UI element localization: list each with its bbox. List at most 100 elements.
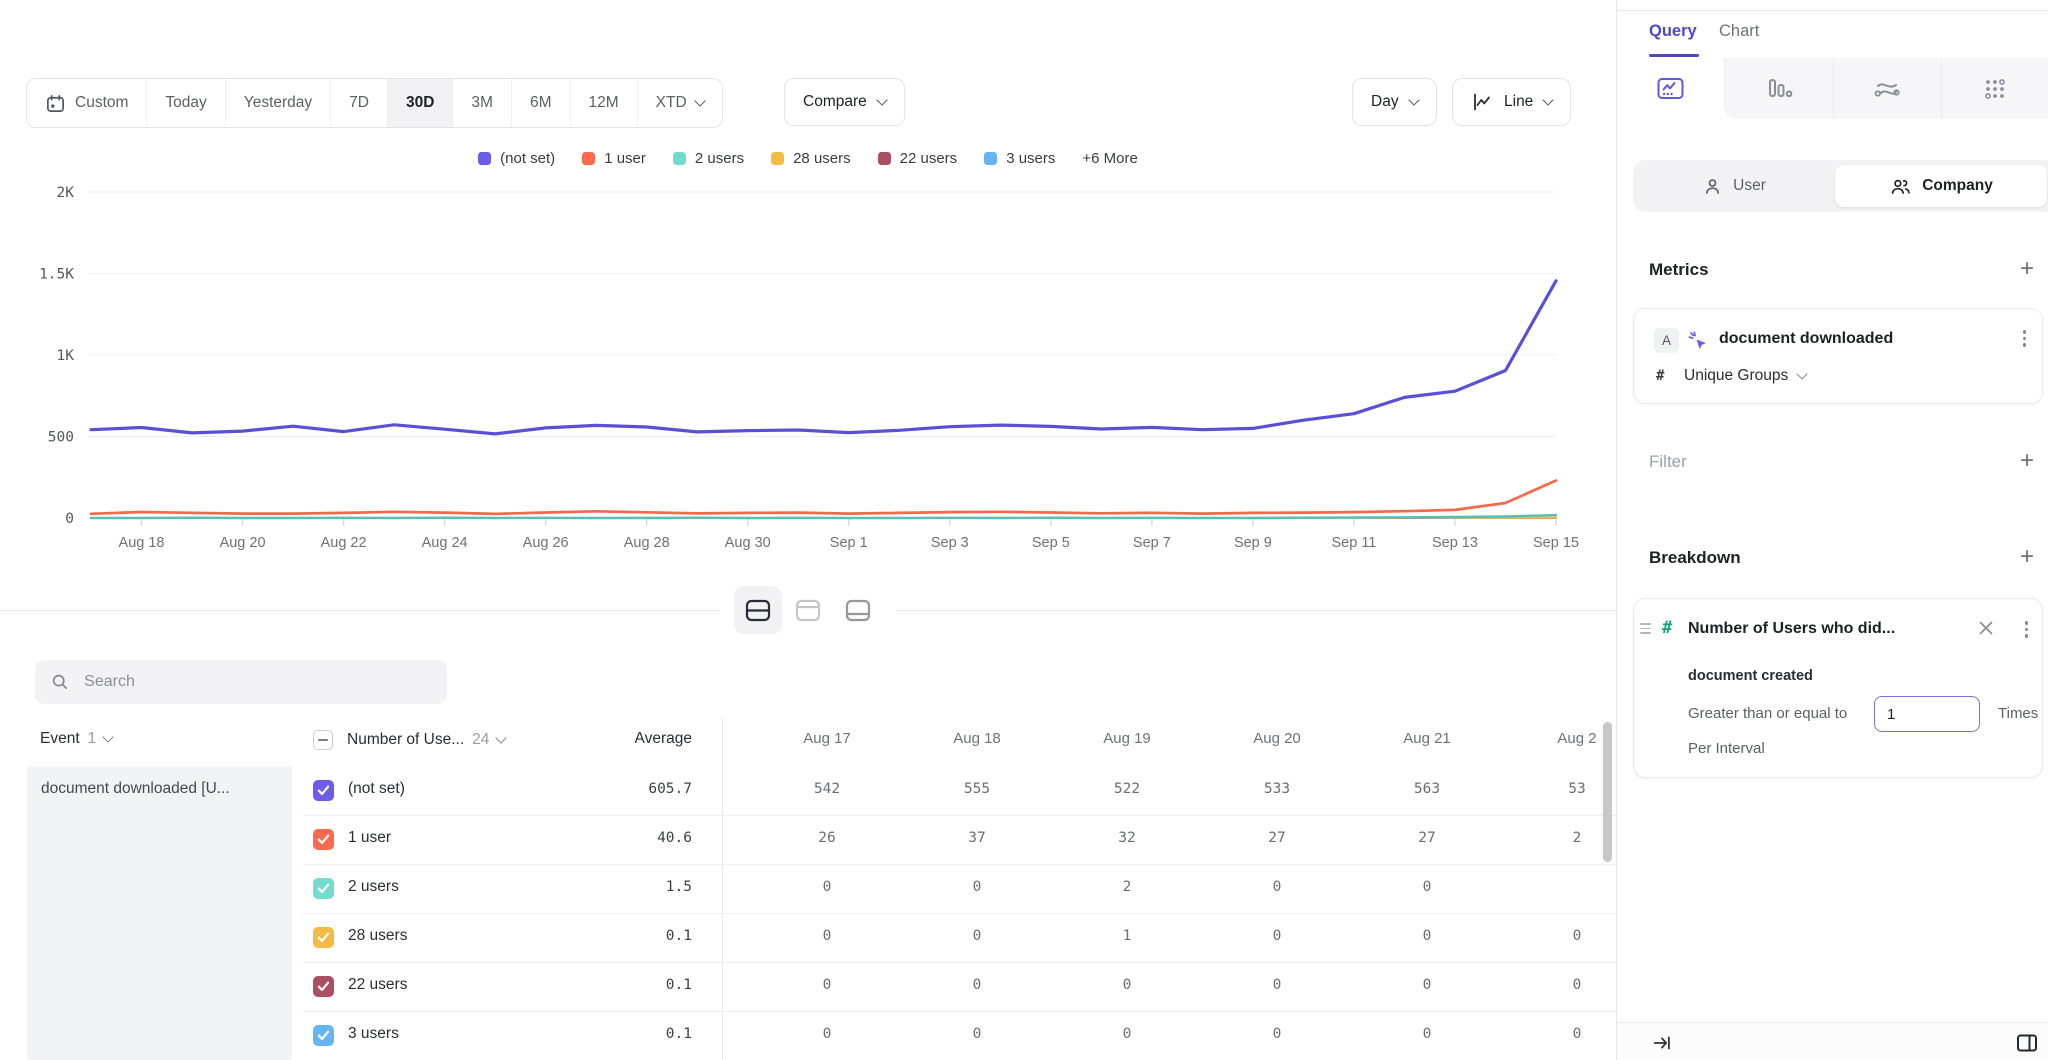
row-value: 2 xyxy=(1052,879,1202,895)
entity-company-segment[interactable]: Company xyxy=(1835,165,2047,207)
range-today[interactable]: Today xyxy=(147,79,225,127)
row-value: 0 xyxy=(1052,1026,1202,1042)
row-average: 0.1 xyxy=(582,977,692,993)
legend-item[interactable]: 2 users xyxy=(673,150,744,167)
active-tab-underline xyxy=(1649,54,1699,57)
layout-chart-only-button[interactable] xyxy=(784,586,832,634)
range-label: 6M xyxy=(530,94,552,112)
x-axis-tick-label: Aug 30 xyxy=(725,535,771,551)
breakdown-interval-label: Per Interval xyxy=(1688,740,1765,757)
row-average: 605.7 xyxy=(582,781,692,797)
user-label: User xyxy=(1733,177,1766,195)
range-label: 3M xyxy=(471,94,493,112)
metrics-heading: Metrics xyxy=(1649,260,1709,280)
metric-card[interactable]: A document downloaded # Unique Groups xyxy=(1633,308,2043,404)
chart-view-strip xyxy=(1617,58,2048,119)
add-metric-button[interactable]: + xyxy=(2015,258,2039,282)
row-separator xyxy=(302,864,1616,865)
main-content: Custom Today Yesterday7D30D 3M 6M 12MXTD Comp… xyxy=(0,0,1616,1060)
date-column-header: Aug 17 xyxy=(752,730,902,747)
range-3m[interactable]: 3M xyxy=(453,79,512,127)
granularity-dropdown[interactable]: Day xyxy=(1352,78,1437,126)
search-input[interactable] xyxy=(82,672,431,692)
row-value: 0 xyxy=(1502,977,1616,993)
row-value: 1 xyxy=(1052,928,1202,944)
view-bar-chart-tab[interactable] xyxy=(1724,58,1832,119)
check-icon xyxy=(317,883,330,894)
date-range-group: Custom Today Yesterday7D30D 3M 6M 12MXTD xyxy=(26,78,723,128)
legend-item[interactable]: 22 users xyxy=(878,150,958,167)
range-12m[interactable]: 12M xyxy=(571,79,638,127)
layout-split-view-button[interactable] xyxy=(734,586,782,634)
legend-label: 28 users xyxy=(793,150,851,167)
drag-handle-icon[interactable] xyxy=(1640,623,1651,634)
x-axis-tick-label: Aug 18 xyxy=(119,535,165,551)
y-axis-tick-label: 500 xyxy=(48,430,74,446)
x-axis-tick-label: Sep 3 xyxy=(931,535,969,551)
add-filter-button[interactable]: + xyxy=(2015,450,2039,474)
range-xtd[interactable]: XTD xyxy=(638,79,722,127)
range-custom[interactable]: Custom xyxy=(27,79,147,127)
row-checkbox[interactable] xyxy=(313,927,334,948)
search-icon xyxy=(51,672,69,692)
table-scrollbar[interactable] xyxy=(1603,722,1612,862)
legend-more[interactable]: +6 More xyxy=(1082,150,1137,167)
search-box xyxy=(35,660,447,704)
range-6m[interactable]: 6M xyxy=(512,79,571,127)
collapse-panel-icon[interactable] xyxy=(1651,1032,1673,1059)
row-label: 28 users xyxy=(348,927,407,945)
range-label: Today xyxy=(165,94,206,112)
view-flow-tab[interactable] xyxy=(1833,58,1941,119)
metric-kebab-menu[interactable] xyxy=(2021,328,2029,349)
metric-event-name: document downloaded xyxy=(1719,330,1893,348)
view-line-chart-tab[interactable] xyxy=(1617,58,1724,119)
date-column-header: Aug 19 xyxy=(1052,730,1202,747)
row-value: 37 xyxy=(902,830,1052,846)
event-name-cell[interactable]: document downloaded [U... xyxy=(27,766,292,1060)
range-7d[interactable]: 7D xyxy=(331,79,388,127)
check-icon xyxy=(317,785,330,796)
legend-item[interactable]: 3 users xyxy=(984,150,1055,167)
click-sparkle-icon xyxy=(1687,330,1708,356)
breakdown-unit-label: Times xyxy=(1998,705,2038,722)
row-checkbox[interactable] xyxy=(313,976,334,997)
layout-table-only-button[interactable] xyxy=(834,586,882,634)
tab-query[interactable]: Query xyxy=(1649,22,1697,41)
row-checkbox[interactable] xyxy=(313,780,334,801)
row-value: 0 xyxy=(1202,1026,1352,1042)
tab-chart[interactable]: Chart xyxy=(1719,22,1759,41)
row-value: 0 xyxy=(1502,928,1616,944)
table-header: Event 1 Number of Use... 24 Average Aug … xyxy=(0,718,1616,765)
legend-item[interactable]: (not set) xyxy=(478,150,555,167)
line-chart-icon xyxy=(1656,76,1685,102)
sidebar-layout-icon[interactable] xyxy=(2015,1031,2039,1060)
event-column-header[interactable]: Event 1 xyxy=(40,730,112,748)
row-checkbox[interactable] xyxy=(313,878,334,899)
check-icon xyxy=(317,932,330,943)
event-header-label: Event xyxy=(40,730,80,748)
view-grid-tab[interactable] xyxy=(1941,58,2048,119)
range-yesterday[interactable]: Yesterday xyxy=(226,79,331,127)
legend-item[interactable]: 28 users xyxy=(771,150,851,167)
entity-user-segment[interactable]: User xyxy=(1633,160,1835,212)
breakdown-value-input[interactable] xyxy=(1874,696,1980,732)
measure-label: Unique Groups xyxy=(1684,367,1788,385)
select-all-checkbox[interactable] xyxy=(313,730,333,750)
range-30d[interactable]: 30D xyxy=(388,79,453,127)
add-breakdown-button[interactable]: + xyxy=(2015,546,2039,570)
row-average: 1.5 xyxy=(582,879,692,895)
row-checkbox[interactable] xyxy=(313,1025,334,1046)
row-checkbox[interactable] xyxy=(313,829,334,850)
close-icon[interactable] xyxy=(1978,620,1994,641)
measure-dropdown[interactable]: Unique Groups xyxy=(1684,367,1806,385)
group-column-header: Number of Use... 24 xyxy=(313,730,505,750)
x-axis-tick-label: Aug 28 xyxy=(624,535,670,551)
query-panel: Query Chart xyxy=(1616,0,2048,1060)
breakdown-kebab-menu[interactable] xyxy=(2023,619,2031,640)
row-value: 0 xyxy=(752,977,902,993)
row-average: 40.6 xyxy=(582,830,692,846)
legend-label: 3 users xyxy=(1006,150,1055,167)
chart-type-dropdown[interactable]: Line xyxy=(1452,78,1571,126)
compare-button[interactable]: Compare xyxy=(784,78,905,126)
legend-item[interactable]: 1 user xyxy=(582,150,646,167)
